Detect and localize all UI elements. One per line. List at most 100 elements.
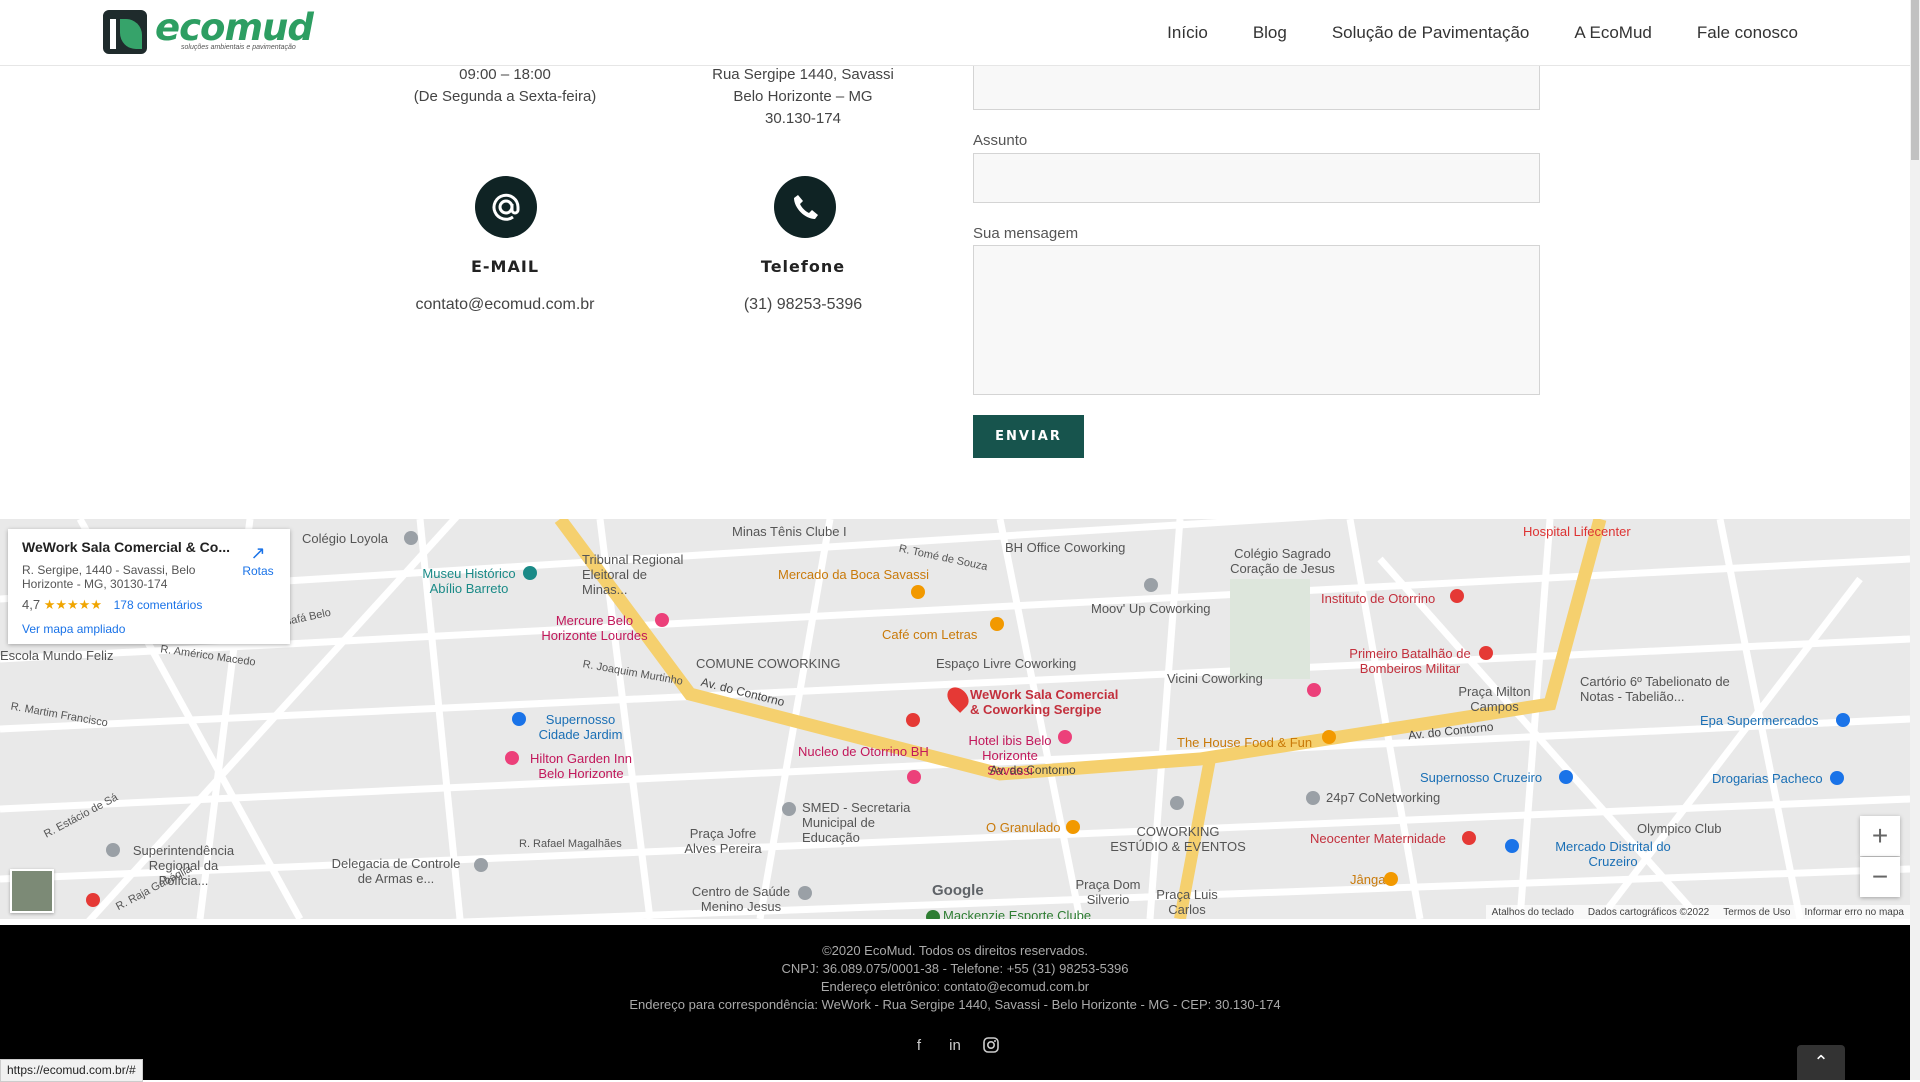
street-label: R. Rafael Magalhães — [519, 838, 622, 850]
map-label[interactable]: Neocenter Maternidade — [1310, 831, 1446, 846]
pin-label[interactable]: WeWork Sala Comercial & Coworking Sergip… — [970, 687, 1120, 717]
map-label[interactable]: Jângal — [1350, 872, 1388, 887]
map-label[interactable]: Supernosso Cidade Jardim — [533, 712, 628, 742]
send-button[interactable]: ENVIAR — [973, 415, 1084, 458]
google-map[interactable]: Colégio Loyola Minas Tênis Clube I BH Of… — [0, 519, 1910, 919]
map-label[interactable]: COMUNE COWORKING — [696, 656, 840, 671]
map-label[interactable]: Praça Luis Carlos Prestes — [1147, 887, 1227, 919]
food-pin-icon — [1066, 820, 1080, 834]
place-info-card: WeWork Sala Comercial & Co... R. Sergipe… — [8, 529, 290, 644]
card-address: R. Sergipe, 1440 - Savassi, Belo Horizon… — [22, 563, 196, 591]
linkedin-icon[interactable]: in — [946, 1037, 964, 1055]
nav-inicio[interactable]: Início — [1167, 23, 1208, 43]
email-value[interactable]: contato@ecomud.com.br — [355, 296, 655, 314]
map-label[interactable]: Centro de Saúde Menino Jesus — [686, 884, 796, 914]
scrollbar-thumb[interactable] — [1911, 0, 1919, 160]
map-label[interactable]: Colégio Sagrado Coração de Jesus — [1225, 546, 1340, 576]
page-scrollbar[interactable] — [1910, 0, 1920, 1080]
logo-tagline: soluções ambientais e pavimentação — [181, 44, 296, 51]
shop-pin-icon — [1836, 713, 1850, 727]
map-label[interactable]: Mercure Belo Horizonte Lourdes — [532, 613, 657, 643]
site-footer: ©2020 EcoMud. Todos os direitos reservad… — [0, 925, 1910, 1080]
status-bar-url: https://ecomud.com.br/# — [0, 1059, 143, 1082]
place-pin-icon — [474, 858, 488, 872]
phone-title: Telefone — [760, 257, 846, 276]
keyboard-shortcuts-link[interactable]: Atalhos do teclado — [1492, 907, 1574, 918]
map-label[interactable]: Colégio Loyola — [302, 531, 388, 546]
map-label[interactable]: Instituto de Otorrino — [1321, 591, 1435, 606]
larger-map-link[interactable]: Ver mapa ampliado — [22, 622, 125, 636]
map-label[interactable]: Moov' Up Coworking — [1091, 601, 1211, 616]
nav-solucao-pavimentacao[interactable]: Solução de Pavimentação — [1332, 23, 1530, 43]
map-label[interactable]: The House Food & Fun — [1177, 735, 1312, 750]
map-label[interactable]: Nucleo de Otorrino BH — [798, 744, 929, 759]
nav-a-ecomud[interactable]: A EcoMud — [1574, 23, 1652, 43]
nav-blog[interactable]: Blog — [1253, 23, 1287, 43]
zoom-out-button[interactable]: − — [1860, 857, 1900, 897]
map-label[interactable]: Mackenzie Esporte Clube — [943, 908, 1091, 919]
map-label[interactable]: Minas Tênis Clube I — [732, 524, 847, 539]
place-pin-icon — [106, 843, 120, 857]
reviews-link[interactable]: 178 comentários — [114, 598, 203, 612]
zoom-in-button[interactable]: + — [1860, 816, 1900, 856]
map-label[interactable]: Delegacia de Controle de Armas e... — [331, 856, 461, 886]
map-label[interactable]: Olympico Club — [1637, 821, 1722, 836]
map-label[interactable]: Primeiro Batalhão de Bombeiros Militar — [1340, 646, 1480, 676]
map-data-credit: Dados cartográficos ©2022 — [1587, 906, 1710, 918]
map-label[interactable]: Café com Letras — [882, 627, 977, 642]
message-label: Sua mensagem — [973, 225, 1079, 242]
map-label[interactable]: SMED - Secretaria Municipal de Educação — [802, 800, 927, 845]
business-hours: 09:00 – 18:00 (De Segunda a Sexta-feira) — [355, 64, 655, 108]
map-label[interactable]: Drogarias Pacheco — [1712, 771, 1823, 786]
map-label[interactable]: Praça Jofre Alves Pereira — [683, 826, 763, 856]
email-icon — [475, 176, 537, 238]
place-pin-icon — [1144, 578, 1158, 592]
bar-pin-icon — [1322, 730, 1336, 744]
map-label[interactable]: COWORKING ESTÚDIO & EVENTOS — [1108, 824, 1248, 854]
shop-pin-icon — [1830, 771, 1844, 785]
map-label[interactable]: BH Office Coworking — [1005, 540, 1125, 555]
report-error-link[interactable]: Informar erro no mapa — [1805, 907, 1905, 918]
hotel-pin-icon — [1058, 730, 1072, 744]
back-to-top-button[interactable]: ⌃ — [1797, 1045, 1845, 1080]
card-rating: 4,7 ★★★★★ 178 comentários — [22, 597, 202, 613]
map-label[interactable]: Mercado Distrital do Cruzeiro — [1553, 839, 1673, 869]
shop-pin-icon — [1559, 770, 1573, 784]
map-label[interactable]: 24p7 CoNetworking — [1326, 790, 1440, 805]
card-title[interactable]: WeWork Sala Comercial & Co... — [22, 539, 230, 555]
email-field[interactable] — [973, 60, 1540, 110]
map-label[interactable]: Hospital Lifecenter — [1523, 524, 1631, 539]
ecomud-logo[interactable]: ecomud soluções ambientais e pavimentaçã… — [103, 6, 314, 56]
terms-link[interactable]: Termos de Uso — [1723, 907, 1790, 918]
map-label[interactable]: Cartório 6º Tabelionato de Notas - Tabel… — [1580, 674, 1730, 704]
nav-fale-conosco[interactable]: Fale conosco — [1697, 23, 1798, 43]
map-label[interactable]: Praça Dom Silverio — [1068, 877, 1148, 907]
hotel-pin-icon — [907, 770, 921, 784]
map-label[interactable]: Praça Milton Campos — [1452, 684, 1537, 714]
satellite-toggle-button[interactable] — [10, 869, 54, 913]
address-line-1: Rua Sergipe 1440, Savassi — [712, 66, 894, 83]
message-textarea[interactable] — [973, 245, 1540, 395]
place-pin-icon — [782, 802, 796, 816]
instagram-icon[interactable] — [982, 1037, 1000, 1055]
map-label[interactable]: Supernosso Cruzeiro — [1420, 770, 1542, 785]
map-label[interactable]: Vicini Coworking — [1167, 671, 1263, 686]
phone-value[interactable]: (31) 98253-5396 — [653, 296, 953, 314]
hospital-pin-icon — [86, 893, 100, 907]
hospital-pin-icon — [1450, 589, 1464, 603]
map-label[interactable]: Espaço Livre Coworking — [936, 656, 1076, 671]
map-label[interactable]: Mercado da Boca Savassi — [778, 567, 929, 582]
subject-input[interactable] — [973, 153, 1540, 203]
sports-pin-icon — [926, 910, 940, 919]
hospital-pin-icon — [1462, 831, 1476, 845]
map-label[interactable]: Epa Supermercados — [1700, 713, 1819, 728]
social-links: f in — [910, 1037, 1000, 1055]
facebook-icon[interactable]: f — [910, 1037, 928, 1055]
directions-button[interactable]: ↗ Rotas — [238, 543, 278, 578]
place-pin-icon — [1306, 791, 1320, 805]
map-label[interactable]: Hilton Garden Inn Belo Horizonte — [526, 751, 636, 781]
map-label[interactable]: Museu Histórico Abílio Barreto — [414, 566, 524, 596]
map-label[interactable]: Escola Mundo Feliz — [0, 648, 113, 663]
map-label[interactable]: Tribunal Regional Eleitoral de Minas... — [582, 552, 692, 597]
map-label[interactable]: O Granulado — [986, 820, 1060, 835]
